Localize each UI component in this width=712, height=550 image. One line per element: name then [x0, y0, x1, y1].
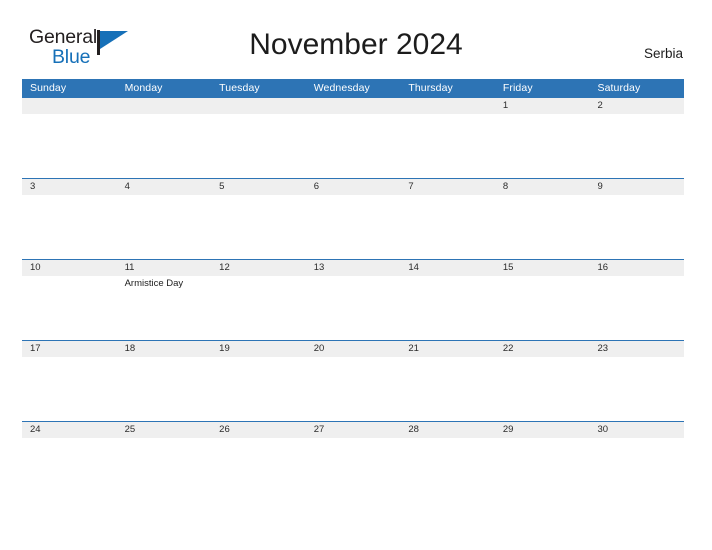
- day-events[interactable]: [589, 276, 684, 340]
- day-events[interactable]: [495, 357, 590, 421]
- calendar-week-row: 1 2: [22, 97, 684, 178]
- day-events[interactable]: [589, 357, 684, 421]
- day-events[interactable]: [400, 195, 495, 259]
- day-events[interactable]: [117, 195, 212, 259]
- week-date-band: 10 11 12 13 14 15 16: [22, 260, 684, 276]
- calendar-week-row: 17 18 19 20 21 22 23: [22, 340, 684, 421]
- week-date-band: 1 2: [22, 98, 684, 114]
- day-events[interactable]: [400, 276, 495, 340]
- day-number[interactable]: 6: [306, 179, 401, 195]
- day-events[interactable]: [211, 195, 306, 259]
- day-number[interactable]: 30: [589, 422, 684, 438]
- week-date-band: 3 4 5 6 7 8 9: [22, 179, 684, 195]
- region-label: Serbia: [643, 46, 683, 61]
- day-number[interactable]: 5: [211, 179, 306, 195]
- day-number[interactable]: 24: [22, 422, 117, 438]
- weekday-header-saturday: Saturday: [597, 82, 641, 94]
- day-events[interactable]: [211, 114, 306, 178]
- day-events[interactable]: [495, 114, 590, 178]
- day-events[interactable]: [117, 438, 212, 502]
- day-number[interactable]: 9: [589, 179, 684, 195]
- calendar-week-row: 10 11 12 13 14 15 16 Armistice Day: [22, 259, 684, 340]
- day-number[interactable]: 21: [400, 341, 495, 357]
- weekday-header-sunday: Sunday: [30, 82, 67, 94]
- day-events[interactable]: [400, 438, 495, 502]
- day-number[interactable]: 4: [117, 179, 212, 195]
- day-number[interactable]: [306, 98, 401, 114]
- calendar-page: General Blue November 2024 Serbia Sunday…: [0, 0, 712, 550]
- week-events-band: [22, 114, 684, 178]
- day-number[interactable]: 17: [22, 341, 117, 357]
- day-events[interactable]: [306, 357, 401, 421]
- day-events[interactable]: [306, 276, 401, 340]
- day-number[interactable]: [22, 98, 117, 114]
- day-events[interactable]: [22, 438, 117, 502]
- day-events[interactable]: [306, 114, 401, 178]
- day-events[interactable]: [211, 357, 306, 421]
- day-events[interactable]: [589, 438, 684, 502]
- day-number[interactable]: 20: [306, 341, 401, 357]
- day-events[interactable]: [306, 438, 401, 502]
- calendar-week-row: 3 4 5 6 7 8 9: [22, 178, 684, 259]
- week-date-band: 17 18 19 20 21 22 23: [22, 341, 684, 357]
- day-number[interactable]: 12: [211, 260, 306, 276]
- day-number[interactable]: 3: [22, 179, 117, 195]
- day-number[interactable]: [117, 98, 212, 114]
- day-number[interactable]: 22: [495, 341, 590, 357]
- day-events[interactable]: [22, 195, 117, 259]
- day-number[interactable]: 15: [495, 260, 590, 276]
- day-events[interactable]: [400, 357, 495, 421]
- weekday-header-thursday: Thursday: [408, 82, 453, 94]
- day-events[interactable]: [400, 114, 495, 178]
- event-label: Armistice Day: [124, 278, 184, 289]
- day-number[interactable]: 18: [117, 341, 212, 357]
- week-events-band: [22, 357, 684, 421]
- calendar-grid: Sunday Monday Tuesday Wednesday Thursday…: [22, 79, 684, 502]
- weekday-header-wednesday: Wednesday: [313, 82, 370, 94]
- day-number[interactable]: 16: [589, 260, 684, 276]
- weekday-header-monday: Monday: [124, 82, 163, 94]
- day-events[interactable]: [211, 438, 306, 502]
- day-number[interactable]: 7: [400, 179, 495, 195]
- day-number[interactable]: [400, 98, 495, 114]
- day-events[interactable]: [589, 114, 684, 178]
- weekday-header-tuesday: Tuesday: [219, 82, 260, 94]
- weekday-header-row: Sunday Monday Tuesday Wednesday Thursday…: [22, 79, 684, 97]
- day-number[interactable]: 8: [495, 179, 590, 195]
- day-events[interactable]: [22, 357, 117, 421]
- day-events[interactable]: [22, 114, 117, 178]
- day-number[interactable]: 11: [117, 260, 212, 276]
- day-number[interactable]: 23: [589, 341, 684, 357]
- day-number[interactable]: 14: [400, 260, 495, 276]
- day-events[interactable]: [117, 114, 212, 178]
- day-number[interactable]: 29: [495, 422, 590, 438]
- day-events[interactable]: [495, 276, 590, 340]
- day-events[interactable]: [211, 276, 306, 340]
- week-date-band: 24 25 26 27 28 29 30: [22, 422, 684, 438]
- day-number[interactable]: 2: [589, 98, 684, 114]
- day-events[interactable]: [495, 438, 590, 502]
- day-number[interactable]: 28: [400, 422, 495, 438]
- day-number[interactable]: 26: [211, 422, 306, 438]
- day-number[interactable]: 10: [22, 260, 117, 276]
- calendar-week-row: 24 25 26 27 28 29 30: [22, 421, 684, 502]
- day-events[interactable]: [22, 276, 117, 340]
- day-number[interactable]: 1: [495, 98, 590, 114]
- day-events[interactable]: [306, 195, 401, 259]
- day-number[interactable]: 25: [117, 422, 212, 438]
- day-number[interactable]: 13: [306, 260, 401, 276]
- weekday-header-friday: Friday: [502, 82, 533, 94]
- week-events-band: Armistice Day: [22, 276, 684, 340]
- page-header: General Blue November 2024 Serbia: [0, 0, 712, 66]
- day-events[interactable]: [589, 195, 684, 259]
- day-events[interactable]: Armistice Day: [117, 276, 212, 340]
- week-events-band: [22, 438, 684, 502]
- day-events[interactable]: [117, 357, 212, 421]
- day-number[interactable]: 19: [211, 341, 306, 357]
- page-title: November 2024: [249, 28, 463, 61]
- day-number[interactable]: [211, 98, 306, 114]
- day-number[interactable]: 27: [306, 422, 401, 438]
- week-events-band: [22, 195, 684, 259]
- day-events[interactable]: [495, 195, 590, 259]
